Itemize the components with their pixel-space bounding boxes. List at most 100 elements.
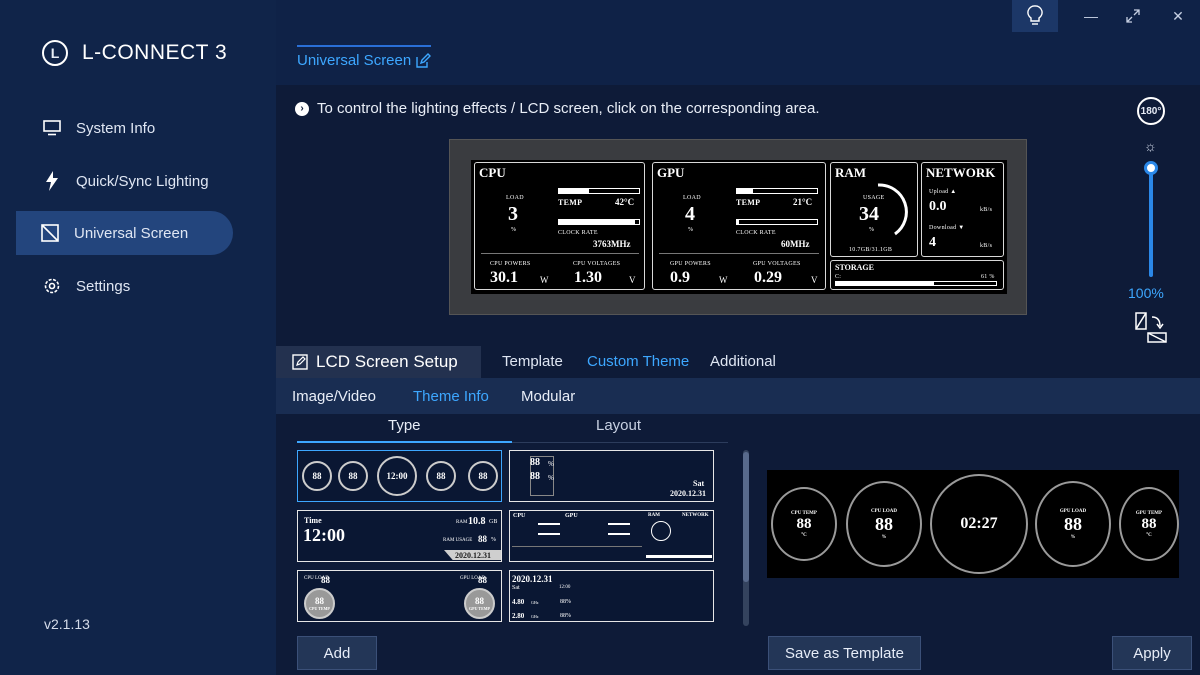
theme-card-date[interactable]: 88 % 88 % Sat 2020.12.31 bbox=[509, 450, 714, 502]
tab-custom-theme[interactable]: Custom Theme bbox=[587, 353, 689, 370]
gpu-temp-value: 21°C bbox=[793, 197, 813, 207]
chevron-right-icon: › bbox=[295, 101, 309, 116]
tab-template[interactable]: Template bbox=[502, 353, 563, 370]
ram-title: RAM bbox=[835, 165, 867, 180]
theme-card-time[interactable]: Time 12:00 RAM 10.8 GB RAM USAGE 88 % 20… bbox=[297, 510, 502, 562]
tab-additional[interactable]: Additional bbox=[710, 353, 776, 370]
theme-preview: CPU TEMP 88 °C CPU LOAD 88 % 02:27 GPU L… bbox=[767, 470, 1179, 578]
cpu-load-value: 3 bbox=[508, 203, 518, 225]
lightbulb-button[interactable] bbox=[1012, 0, 1058, 32]
theme-list-scroll-thumb[interactable] bbox=[743, 452, 749, 582]
lightning-icon bbox=[42, 171, 62, 191]
close-button[interactable]: ✕ bbox=[1166, 6, 1190, 26]
card-gauge: 88 bbox=[338, 461, 368, 491]
brightness-slider[interactable] bbox=[1149, 163, 1153, 277]
cpu-temp-bar bbox=[558, 188, 640, 194]
apply-button[interactable]: Apply bbox=[1112, 636, 1192, 670]
card-gauge: 88 bbox=[302, 461, 332, 491]
cpu-volt-unit: V bbox=[629, 275, 636, 285]
column-type-header[interactable]: Type bbox=[388, 417, 421, 434]
card-label: Time bbox=[304, 516, 322, 525]
page-tab-indicator bbox=[297, 45, 431, 47]
lcd-gpu-panel[interactable]: GPU LOAD 4 % TEMP 21°C CLOCK RATE 60MHz … bbox=[652, 162, 826, 290]
network-up-unit: kB/s bbox=[980, 207, 993, 213]
layout-tab-divider bbox=[512, 442, 728, 443]
sidebar-item-label: System Info bbox=[76, 119, 156, 137]
app-version: v2.1.13 bbox=[44, 616, 90, 632]
sidebar-item-quick-sync-lighting[interactable]: Quick/Sync Lighting bbox=[18, 159, 235, 203]
gpu-clock-label: CLOCK RATE bbox=[736, 230, 776, 236]
add-button[interactable]: Add bbox=[297, 636, 377, 670]
sidebar: L L-CONNECT 3 System Info Quick/Sync Lig… bbox=[0, 0, 276, 675]
lcd-ram-panel[interactable]: RAM USAGE 34 % 10.7GB/31.1GB bbox=[830, 162, 918, 257]
gpu-clock-value: 60MHz bbox=[781, 239, 810, 249]
network-up-label: Upload ▲ bbox=[929, 189, 957, 195]
gpu-volt-value: 0.29 bbox=[754, 269, 782, 286]
subtab-image-video[interactable]: Image/Video bbox=[292, 388, 376, 405]
card-label: RAM bbox=[456, 520, 468, 525]
lcd-network-panel[interactable]: NETWORK Upload ▲ 0.0 kB/s Download ▼ 4 k… bbox=[921, 162, 1004, 257]
tab-lcd-screen-setup[interactable]: LCD Screen Setup bbox=[276, 346, 481, 378]
gauge-unit: °C bbox=[801, 532, 807, 538]
gauge-value: 88 bbox=[875, 513, 893, 534]
card-label: RAM USAGE bbox=[443, 538, 473, 543]
sidebar-item-settings[interactable]: Settings bbox=[18, 264, 235, 308]
preview-gauge-gpu-load: GPU LOAD 88 % bbox=[1035, 481, 1111, 567]
card-date: 2020.12.31 bbox=[512, 574, 553, 584]
card-clock: 12:00 bbox=[377, 456, 417, 496]
cpu-temp-label: TEMP bbox=[558, 198, 583, 207]
theme-card-dashboard[interactable]: CPU GPU RAM NETWORK bbox=[509, 510, 714, 562]
card-gauge: 88 CPU TEMP bbox=[304, 588, 335, 619]
card-gauge: 88 GPU TEMP bbox=[464, 588, 495, 619]
page-tab-universal-screen[interactable]: Universal Screen bbox=[297, 52, 432, 69]
subtab-bar: Image/Video Theme Info Modular bbox=[276, 378, 1200, 414]
sidebar-item-label: Quick/Sync Lighting bbox=[76, 172, 209, 190]
theme-card-gauges[interactable]: 88 88 12:00 88 88 bbox=[297, 450, 502, 502]
storage-title: STORAGE bbox=[835, 263, 874, 272]
gauge-label: GPU TEMP bbox=[469, 606, 490, 611]
gpu-load-unit: % bbox=[688, 227, 694, 233]
maximize-button[interactable] bbox=[1121, 6, 1145, 26]
theme-card-clock-rate[interactable]: 2020.12.31 Sat 12:00 4.80 GHz 88% 2.80 G… bbox=[509, 570, 714, 622]
preview-gauge-cpu-load: CPU LOAD 88 % bbox=[846, 481, 922, 567]
gpu-clock-bar bbox=[736, 219, 818, 225]
gpu-powers-label: GPU POWERS bbox=[670, 261, 711, 267]
card-unit: % bbox=[548, 460, 554, 468]
edit-icon[interactable] bbox=[415, 52, 432, 69]
subtab-theme-info[interactable]: Theme Info bbox=[413, 388, 489, 405]
cpu-temp-value: 42°C bbox=[615, 197, 635, 207]
cpu-clock-label: CLOCK RATE bbox=[558, 230, 598, 236]
page-tab-label: Universal Screen bbox=[297, 52, 412, 69]
hint-text: To control the lighting effects / LCD sc… bbox=[317, 100, 820, 117]
minimize-button[interactable]: — bbox=[1079, 6, 1103, 26]
lcd-storage-panel[interactable]: STORAGE C: 61 % bbox=[830, 260, 1004, 290]
preview-gauge-gpu-temp: GPU TEMP 88 °C bbox=[1119, 487, 1179, 561]
gpu-load-label: LOAD bbox=[683, 195, 701, 201]
gpu-temp-label: TEMP bbox=[736, 198, 761, 207]
gauge-value: 88 bbox=[475, 596, 484, 606]
subtab-modular[interactable]: Modular bbox=[521, 388, 575, 405]
lcd-cpu-panel[interactable]: CPU LOAD 3 % TEMP 42°C CLOCK RATE 3763MH… bbox=[474, 162, 645, 290]
card-value: 88 bbox=[478, 534, 487, 544]
cpu-volt-label: CPU VOLTAGES bbox=[573, 261, 621, 267]
network-down-unit: kB/s bbox=[980, 243, 993, 249]
card-value: 88 bbox=[530, 457, 540, 468]
ram-mem-value: 10.7GB/31.1GB bbox=[849, 247, 893, 253]
cpu-powers-unit: W bbox=[540, 275, 549, 285]
flip-screen-button[interactable] bbox=[1134, 311, 1168, 343]
preview-clock: 02:27 bbox=[930, 474, 1028, 574]
rotate-180-button[interactable]: 180° bbox=[1137, 97, 1165, 125]
cpu-volt-value: 1.30 bbox=[574, 269, 602, 286]
lian-li-logo-icon: L bbox=[42, 40, 68, 66]
cpu-load-label: LOAD bbox=[506, 195, 524, 201]
lcd-screen[interactable]: CPU LOAD 3 % TEMP 42°C CLOCK RATE 3763MH… bbox=[471, 160, 1007, 294]
card-gauge: 88 bbox=[468, 461, 498, 491]
lcd-device-frame: CPU LOAD 3 % TEMP 42°C CLOCK RATE 3763MH… bbox=[449, 139, 1027, 315]
column-layout-header[interactable]: Layout bbox=[596, 417, 641, 434]
sidebar-item-system-info[interactable]: System Info bbox=[18, 106, 235, 150]
gpu-volt-label: GPU VOLTAGES bbox=[753, 261, 801, 267]
brightness-slider-thumb[interactable] bbox=[1144, 161, 1158, 175]
theme-card-load-gauges[interactable]: CPU LOAD 88 88 CPU TEMP GPU LOAD 88 88 G… bbox=[297, 570, 502, 622]
sidebar-item-universal-screen[interactable]: Universal Screen bbox=[16, 211, 233, 255]
save-as-template-button[interactable]: Save as Template bbox=[768, 636, 921, 670]
